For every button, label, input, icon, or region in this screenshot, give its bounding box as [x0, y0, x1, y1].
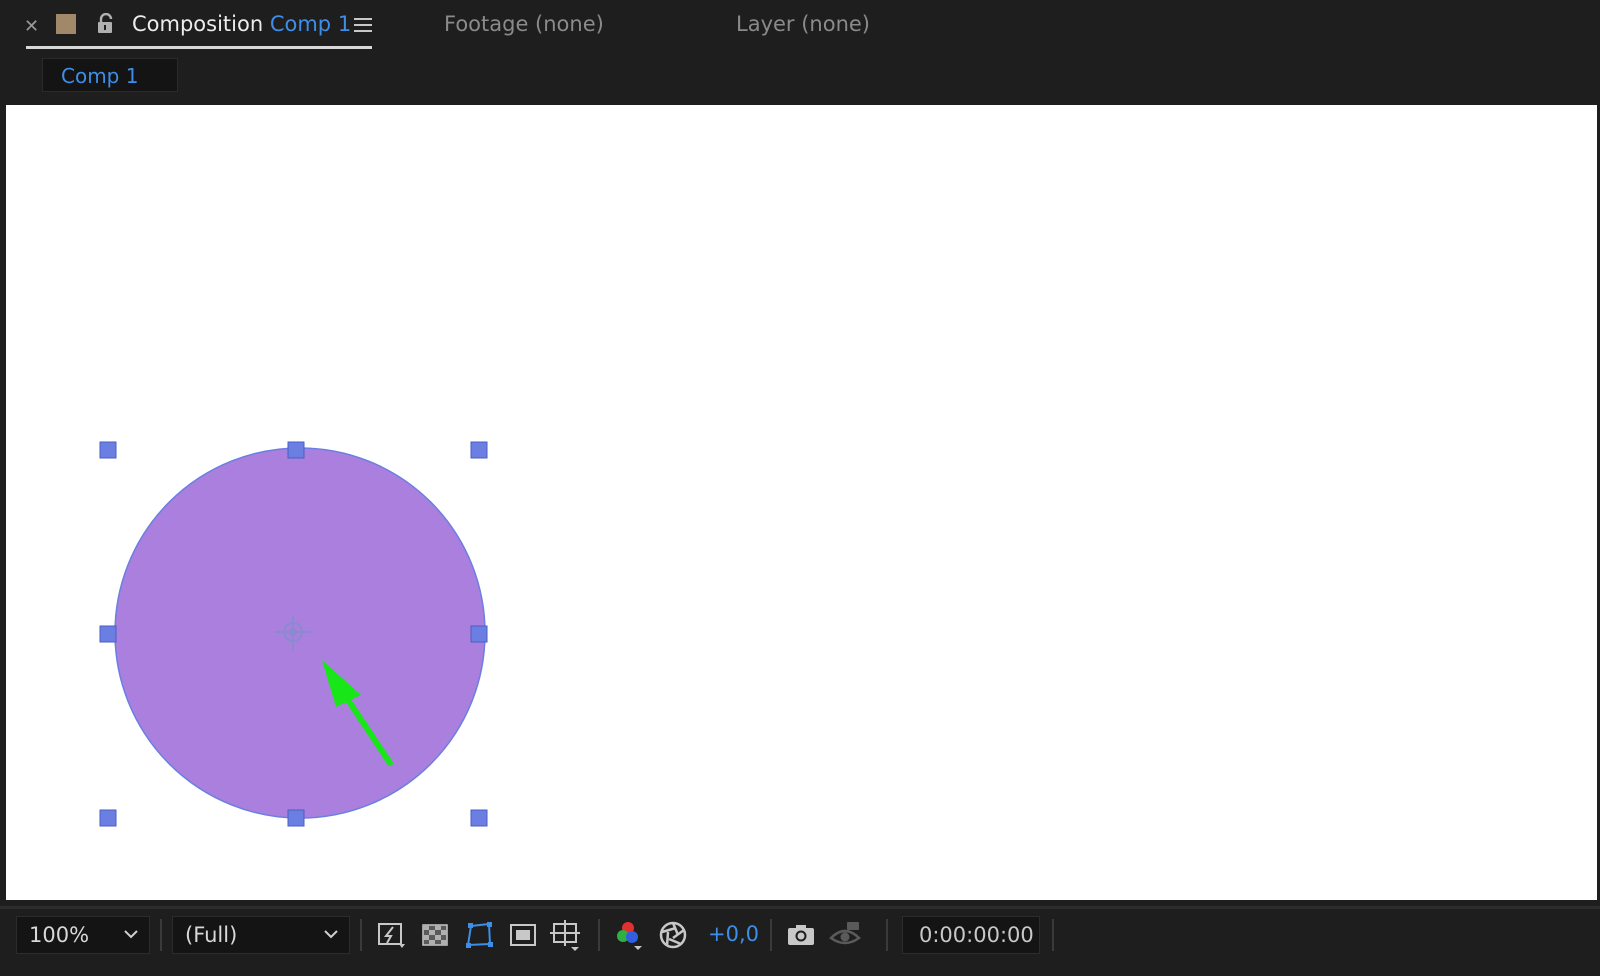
composition-viewer[interactable] [6, 105, 1597, 900]
magnification-value: 100% [29, 923, 90, 947]
tab-composition-prefix: Composition [132, 12, 264, 36]
color-channel-icon[interactable] [612, 918, 646, 952]
tab-composition-name: Comp 1 [269, 12, 352, 36]
viewer-canvas [99, 441, 488, 827]
tab-composition[interactable]: Composition Comp 1 [132, 12, 351, 36]
transform-handle-left[interactable] [99, 625, 117, 643]
composition-breadcrumb[interactable]: Comp 1 [42, 58, 178, 92]
magnification-dropdown[interactable]: 100% [16, 916, 150, 954]
current-time-display[interactable]: 0:00:00:00 [902, 916, 1040, 954]
resolution-dropdown[interactable]: (Full) [172, 916, 350, 954]
transform-handle-top-right[interactable] [470, 441, 488, 459]
transform-handle-right[interactable] [470, 625, 488, 643]
chevron-down-icon [324, 930, 338, 939]
breadcrumb-label: Comp 1 [61, 64, 139, 88]
toolbar-divider [360, 919, 362, 951]
transform-handle-top-left[interactable] [99, 441, 117, 459]
transparency-grid-icon[interactable] [418, 918, 452, 952]
chevron-down-icon [124, 930, 138, 939]
active-tab-indicator [26, 46, 372, 49]
unlock-icon[interactable] [96, 12, 116, 39]
composition-color-swatch [56, 14, 76, 34]
toolbar-divider [1052, 919, 1054, 951]
toolbar-divider [886, 919, 888, 951]
tab-footage[interactable]: Footage (none) [444, 12, 604, 36]
transform-handle-top[interactable] [287, 441, 305, 459]
grid-guides-icon[interactable] [548, 918, 582, 952]
resolution-value: (Full) [185, 923, 238, 947]
show-snapshot-icon[interactable] [828, 918, 862, 952]
fast-previews-icon[interactable] [374, 918, 408, 952]
region-of-interest-icon[interactable] [506, 918, 540, 952]
panel-menu-icon[interactable] [354, 17, 372, 37]
toolbar-divider [160, 919, 162, 951]
snapshot-icon[interactable] [784, 918, 818, 952]
transform-handle-bottom-left[interactable] [99, 809, 117, 827]
mask-path-visibility-icon[interactable] [462, 918, 496, 952]
reset-exposure-icon[interactable] [656, 918, 690, 952]
transform-handle-bottom[interactable] [287, 809, 305, 827]
viewer-toolbar: 100% (Full) +0,0 0:00:00:00 [0, 906, 1600, 976]
transform-handle-bottom-right[interactable] [470, 809, 488, 827]
toolbar-divider [598, 919, 600, 951]
tab-layer[interactable]: Layer (none) [736, 12, 870, 36]
panel-tab-bar: ✕ Composition Comp 1 Footage (none) Laye… [0, 0, 1600, 52]
timecode-value: 0:00:00:00 [919, 923, 1034, 947]
close-icon[interactable]: ✕ [24, 16, 39, 37]
exposure-value[interactable]: +0,0 [708, 922, 759, 946]
toolbar-divider [770, 919, 772, 951]
